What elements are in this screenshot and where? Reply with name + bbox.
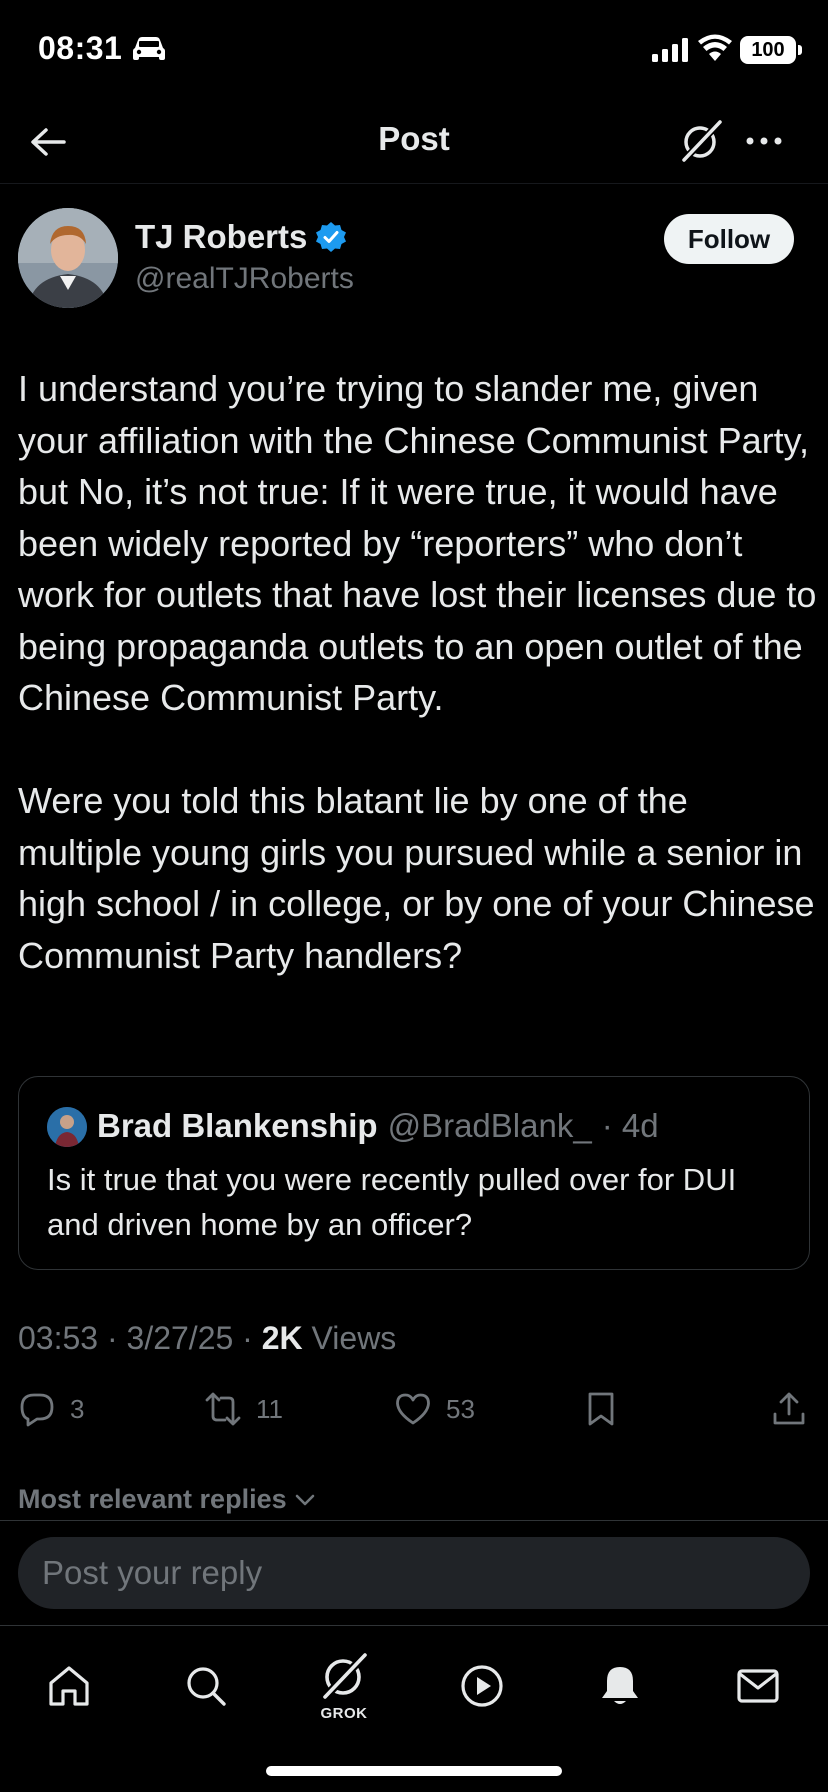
heart-icon [396, 1393, 430, 1425]
reply-input[interactable] [18, 1537, 810, 1609]
post-screen: 08:31 100 Post TJ Roberts @realTJRoberts… [0, 0, 828, 1792]
post-paragraph: Were you told this blatant lie by one of… [18, 780, 815, 976]
quoted-post-card[interactable]: Brad Blankenship @BradBlank_ · 4d Is it … [18, 1076, 810, 1270]
post-timestamp: 03:53 · 3/27/25 · [18, 1320, 262, 1356]
chevron-down-icon [295, 1494, 314, 1505]
repost-icon [205, 1392, 241, 1426]
tab-video[interactable] [452, 1656, 512, 1716]
car-icon [133, 37, 165, 60]
follow-button[interactable]: Follow [664, 214, 794, 264]
replies-sort-label: Most relevant replies [18, 1484, 287, 1514]
bookmark-icon [588, 1392, 614, 1426]
tab-notifications[interactable] [590, 1656, 650, 1716]
repost-count: 11 [256, 1393, 283, 1424]
battery-icon: 100 [740, 36, 802, 64]
views-count[interactable]: 2K [262, 1320, 303, 1356]
quote-author-name: Brad Blankenship [97, 1107, 378, 1144]
tab-home[interactable] [39, 1656, 99, 1716]
share-button[interactable] [770, 1390, 808, 1428]
status-time: 08:31 [38, 30, 123, 66]
avatar-photo-icon [18, 208, 118, 308]
verified-badge-icon [316, 222, 347, 252]
quote-avatar [47, 1107, 87, 1147]
reply-count: 3 [70, 1393, 85, 1424]
grok-icon[interactable] [678, 118, 724, 164]
reply-icon [20, 1393, 54, 1427]
wifi-icon [698, 34, 732, 61]
post-meta: 03:53 · 3/27/25 · 2K Views [18, 1320, 396, 1357]
reply-area [0, 1520, 828, 1624]
post-text: I understand you’re trying to slander me… [18, 363, 818, 981]
quote-header: Brad Blankenship @BradBlank_ · 4d [97, 1107, 659, 1145]
quote-avatar-photo-icon [47, 1107, 87, 1147]
post-actions: 3 11 53 [0, 1390, 828, 1440]
bell-icon [602, 1667, 638, 1704]
home-icon [49, 1666, 89, 1706]
reply-button[interactable]: 3 [18, 1390, 84, 1428]
author-name-text[interactable]: TJ Roberts [135, 218, 307, 256]
video-play-icon [461, 1665, 503, 1707]
grok-tab-label: GROK [320, 1704, 368, 1722]
like-count: 53 [446, 1393, 475, 1424]
avatar[interactable] [18, 208, 118, 308]
quote-author-handle: @BradBlank_ [387, 1107, 592, 1144]
views-label: Views [302, 1320, 397, 1356]
quote-time: · 4d [601, 1107, 659, 1144]
tab-grok[interactable]: GROK [314, 1640, 374, 1730]
tab-search[interactable] [176, 1656, 236, 1716]
quote-text: Is it true that you were recently pulled… [47, 1162, 737, 1242]
mail-icon [737, 1669, 779, 1703]
share-icon [773, 1392, 805, 1425]
replies-sort-dropdown[interactable]: Most relevant replies [18, 1484, 317, 1515]
author-handle[interactable]: @realTJRoberts [135, 262, 354, 296]
like-button[interactable]: 53 [394, 1390, 475, 1428]
author-name[interactable]: TJ Roberts [135, 218, 347, 256]
home-indicator[interactable] [266, 1766, 562, 1776]
search-icon [187, 1667, 226, 1706]
status-bar: 08:31 100 [0, 0, 828, 100]
more-icon[interactable] [742, 126, 786, 156]
bookmark-button[interactable] [582, 1390, 620, 1428]
grok-icon [323, 1652, 367, 1699]
repost-button[interactable]: 11 [204, 1390, 283, 1428]
signal-icon [652, 38, 688, 62]
post-paragraph: I understand you’re trying to slander me… [18, 368, 817, 718]
nav-bar: Post [0, 100, 828, 184]
tab-messages[interactable] [728, 1656, 788, 1716]
